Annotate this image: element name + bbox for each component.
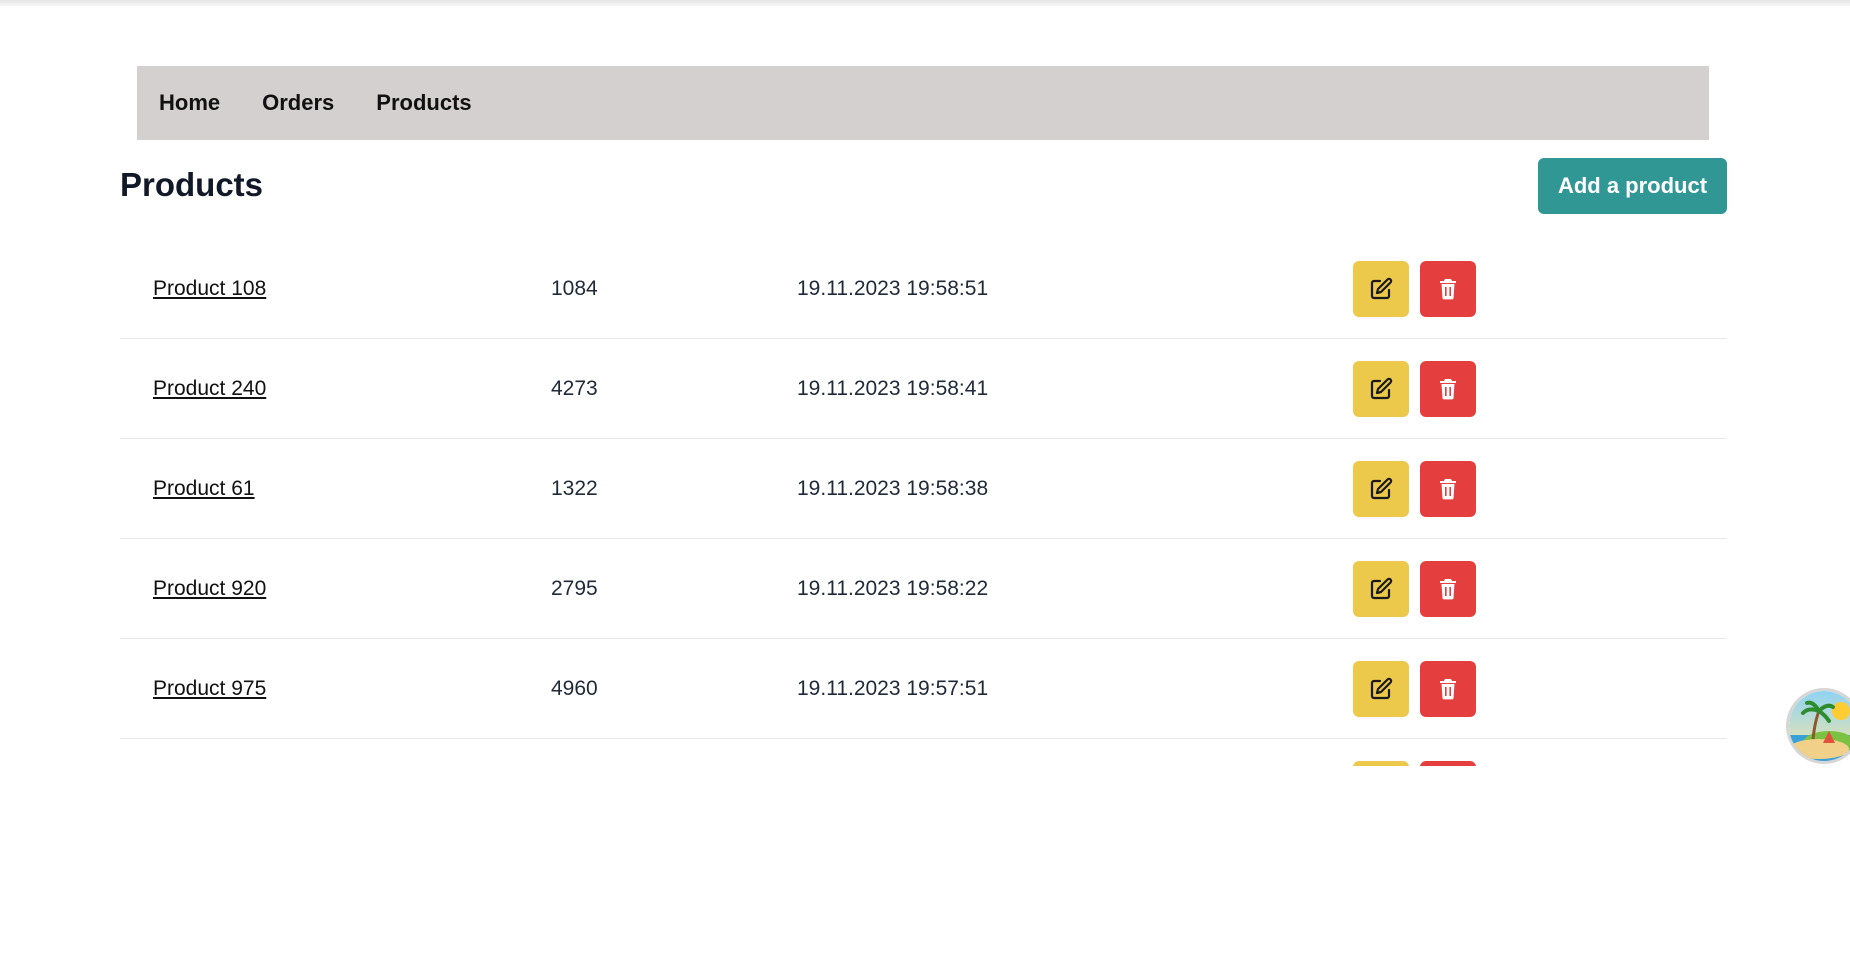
edit-icon bbox=[1370, 377, 1393, 399]
edit-icon bbox=[1370, 277, 1393, 299]
top-shadow bbox=[0, 0, 1850, 6]
delete-button[interactable] bbox=[1420, 260, 1476, 317]
row-actions bbox=[1353, 260, 1476, 317]
table-row: Product 108 1084 19.11.2023 19:58:51 bbox=[120, 239, 1727, 339]
product-date: 19.11.2023 19:58:41 bbox=[797, 376, 989, 400]
product-quantity: 1084 bbox=[551, 276, 598, 300]
table-row: Product 975 4960 19.11.2023 19:57:51 bbox=[120, 639, 1727, 739]
product-name-link[interactable]: Product 920 bbox=[153, 577, 266, 601]
main-nav: Home Orders Products bbox=[137, 66, 1709, 140]
row-actions bbox=[1353, 760, 1476, 766]
edit-icon bbox=[1370, 477, 1393, 499]
edit-icon bbox=[1370, 577, 1393, 599]
edit-button[interactable] bbox=[1353, 260, 1409, 317]
nav-home[interactable]: Home bbox=[159, 90, 220, 116]
add-product-button[interactable]: Add a product bbox=[1538, 158, 1727, 214]
trash-icon bbox=[1440, 478, 1456, 499]
row-actions bbox=[1353, 560, 1476, 617]
products-table: Product 108 1084 19.11.2023 19:58:51 Pro… bbox=[120, 239, 1727, 766]
edit-button[interactable] bbox=[1353, 460, 1409, 517]
product-date: 19.11.2023 19:58:22 bbox=[797, 576, 989, 600]
product-date: 19.11.2023 19:57:51 bbox=[797, 676, 989, 700]
product-name-link[interactable]: Product 240 bbox=[153, 377, 266, 401]
delete-button[interactable] bbox=[1420, 660, 1476, 717]
delete-button[interactable] bbox=[1420, 560, 1476, 617]
row-actions bbox=[1353, 460, 1476, 517]
nav-products[interactable]: Products bbox=[376, 90, 471, 116]
page-title: Products bbox=[120, 166, 264, 203]
table-row bbox=[120, 739, 1727, 766]
trash-icon bbox=[1440, 678, 1456, 699]
edit-button[interactable] bbox=[1353, 760, 1409, 766]
product-quantity: 4273 bbox=[551, 376, 598, 400]
edit-button[interactable] bbox=[1353, 660, 1409, 717]
edit-button[interactable] bbox=[1353, 560, 1409, 617]
nav-orders[interactable]: Orders bbox=[262, 90, 334, 116]
product-quantity: 2795 bbox=[551, 576, 598, 600]
product-name-link[interactable]: Product 61 bbox=[153, 477, 255, 501]
edit-button[interactable] bbox=[1353, 360, 1409, 417]
table-row: Product 240 4273 19.11.2023 19:58:41 bbox=[120, 339, 1727, 439]
product-date: 19.11.2023 19:58:51 bbox=[797, 276, 989, 300]
trash-icon bbox=[1440, 278, 1456, 299]
delete-button[interactable] bbox=[1420, 460, 1476, 517]
delete-button[interactable] bbox=[1420, 760, 1476, 766]
row-actions bbox=[1353, 360, 1476, 417]
product-name-link[interactable]: Product 975 bbox=[153, 677, 266, 701]
row-actions bbox=[1353, 660, 1476, 717]
product-name-link[interactable]: Product 108 bbox=[153, 277, 266, 301]
edit-icon bbox=[1370, 677, 1393, 699]
table-row: Product 920 2795 19.11.2023 19:58:22 bbox=[120, 539, 1727, 639]
trash-icon bbox=[1440, 378, 1456, 399]
product-quantity: 4960 bbox=[551, 676, 598, 700]
table-row: Product 61 1322 19.11.2023 19:58:38 bbox=[120, 439, 1727, 539]
delete-button[interactable] bbox=[1420, 360, 1476, 417]
product-quantity: 1322 bbox=[551, 476, 598, 500]
product-date: 19.11.2023 19:58:38 bbox=[797, 476, 989, 500]
trash-icon bbox=[1440, 578, 1456, 599]
island-avatar-icon[interactable] bbox=[1789, 691, 1850, 761]
